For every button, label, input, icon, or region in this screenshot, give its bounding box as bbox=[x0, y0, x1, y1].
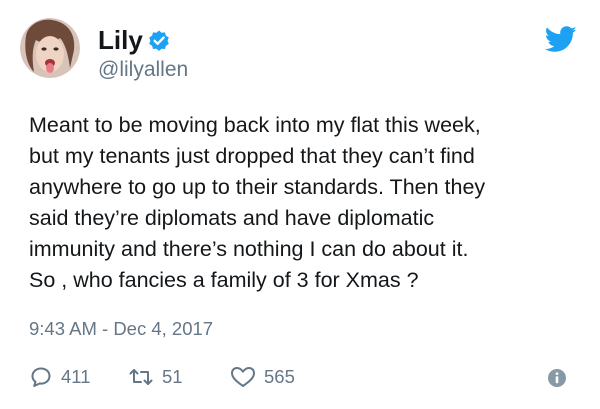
heart-icon bbox=[230, 365, 256, 389]
tweet-text-line: So , who fancies a family of 3 for Xmas … bbox=[29, 268, 419, 292]
reply-count: 411 bbox=[61, 366, 91, 387]
info-icon[interactable] bbox=[547, 368, 567, 388]
tweet-text-line: Meant to be moving back into my flat thi… bbox=[29, 113, 481, 137]
tweet-card: Lily @lilyallen Meant to be moving back … bbox=[0, 0, 600, 409]
tweet-text-line: immunity and there’s nothing I can do ab… bbox=[29, 237, 469, 261]
reply-icon bbox=[29, 365, 53, 389]
tweet-text-line: but my tenants just dropped that they ca… bbox=[29, 144, 475, 168]
avatar[interactable] bbox=[20, 18, 80, 78]
twitter-bird-icon[interactable] bbox=[544, 26, 577, 53]
retweet-button[interactable]: 51 bbox=[128, 364, 183, 390]
tweet-text-line: anywhere to go up to their standards. Th… bbox=[29, 175, 486, 199]
handle[interactable]: @lilyallen bbox=[98, 58, 188, 82]
timestamp-link[interactable]: 9:43 AM - Dec 4, 2017 bbox=[29, 318, 213, 340]
tweet-text: Meant to be moving back into my flat thi… bbox=[29, 110, 589, 296]
retweet-count: 51 bbox=[162, 366, 183, 387]
like-button[interactable]: 565 bbox=[230, 364, 295, 390]
retweet-icon bbox=[128, 365, 154, 389]
reply-button[interactable]: 411 bbox=[29, 364, 91, 390]
like-count: 565 bbox=[264, 366, 295, 387]
tweet-text-line: said they’re diplomats and have diplomat… bbox=[29, 206, 435, 230]
verified-badge-icon bbox=[147, 29, 171, 53]
display-name[interactable]: Lily bbox=[98, 25, 143, 55]
